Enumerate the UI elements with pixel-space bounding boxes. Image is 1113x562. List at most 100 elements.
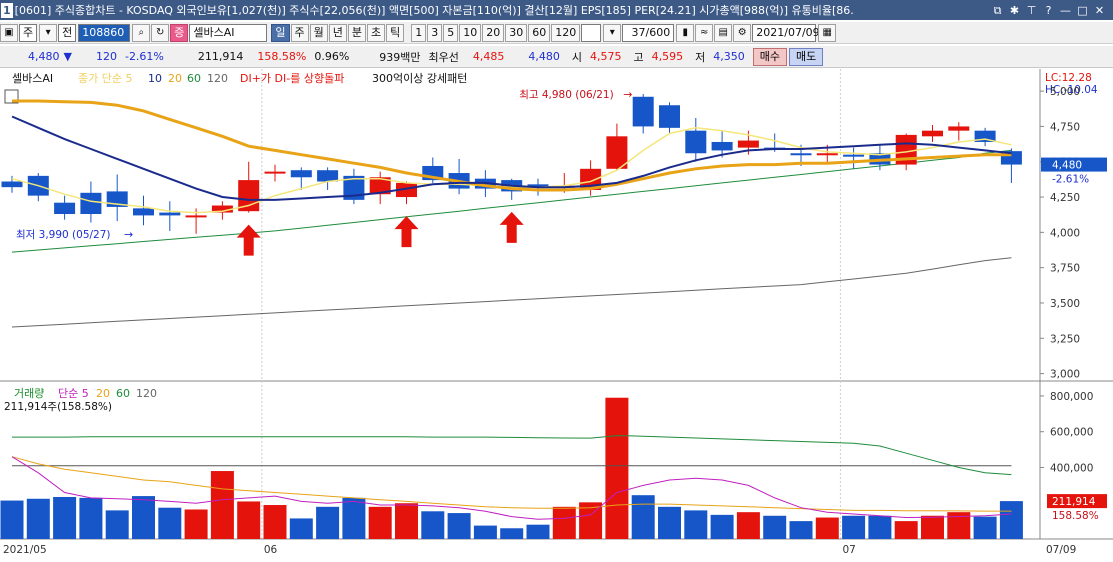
date-input[interactable]: 2021/07/09 <box>752 23 820 42</box>
calendar-icon[interactable]: ▦ <box>818 23 837 42</box>
mode-select[interactable]: 전 <box>58 23 77 42</box>
annotation-low-arrow: → <box>124 228 133 241</box>
legend-ma60: 60 <box>187 72 201 85</box>
period-tab-2[interactable]: 월 <box>309 23 328 42</box>
candle-body-05/17 <box>1 181 23 188</box>
count-input[interactable]: 37/600 <box>622 23 675 42</box>
volume-readout: 211,914주(158.58%) <box>4 401 112 413</box>
interval-button-10[interactable]: 10 <box>459 23 482 42</box>
interval-button-120[interactable]: 120 <box>551 23 581 42</box>
candle-body-06/30 <box>816 153 838 156</box>
interval-button-1[interactable]: 1 <box>411 23 427 42</box>
chart-type-icon[interactable]: ▮ <box>676 23 695 42</box>
volume-bar-06/01 <box>263 505 287 539</box>
minimize-icon[interactable]: — <box>1058 3 1073 18</box>
interval-button-3[interactable]: 3 <box>427 23 443 42</box>
turnover-rate: 0.96% <box>314 50 350 63</box>
best-bid: 4,480 <box>528 50 560 63</box>
period-tab-0[interactable]: 일 <box>271 23 290 42</box>
volume-bar-05/18 <box>26 498 50 539</box>
refresh-icon[interactable]: ↻ <box>151 23 170 42</box>
interval-button-60[interactable]: 60 <box>528 23 551 42</box>
save-icon[interactable]: ▤ <box>714 23 733 42</box>
x-tick-label-1: 06 <box>264 544 278 556</box>
title-bar: 1 [0601] 주식종합차트 - KOSDAQ 외국인보유[1,027(천)]… <box>0 0 1113 20</box>
volume-bar-05/26 <box>158 507 182 539</box>
volume-bar-06/21 <box>631 495 655 539</box>
volume-bar-05/21 <box>79 497 103 539</box>
compare-icon[interactable]: ≈ <box>695 23 714 42</box>
volume-bar-06/16 <box>552 506 576 539</box>
price-tick-label-7: 3,250 <box>1050 333 1080 345</box>
volume-bar-07/02 <box>868 515 892 539</box>
window-controls: ⧉ ✱ ⊤ ? — □ ✕ <box>990 3 1107 18</box>
legend-ma-label: 종가 단순 5 <box>78 72 132 85</box>
volume-bar-06/02 <box>289 518 313 539</box>
price-tick-label-6: 3,500 <box>1050 298 1080 310</box>
period-tab-1[interactable]: 주 <box>290 23 309 42</box>
close-icon[interactable]: ✕ <box>1092 3 1107 18</box>
market-select[interactable]: 주 <box>19 23 38 42</box>
price-tick-label-8: 3,000 <box>1050 369 1080 381</box>
candle-body-07/01 <box>843 154 865 157</box>
settings-icon[interactable]: ✱ <box>1007 3 1022 18</box>
last-rate-label: -2.61% <box>1052 174 1089 186</box>
candle-body-06/24 <box>711 141 733 151</box>
volume-bar-06/30 <box>815 517 839 539</box>
legend-signal-di: DI+가 DI-를 상향돌파 <box>240 72 344 85</box>
stock-chart[interactable]: 셀바스AI 종가 단순 5 10 20 60 120 DI+가 DI-를 상향돌… <box>0 69 1113 562</box>
sell-button[interactable]: 매도 <box>789 47 824 66</box>
trade-amount: 939백만 <box>379 50 421 64</box>
candle-body-06/23 <box>685 130 707 154</box>
candle-body-05/21 <box>80 192 102 214</box>
stock-code-input[interactable]: 108860 <box>78 23 131 42</box>
interval-button-30[interactable]: 30 <box>505 23 528 42</box>
trade-volume: 211,914 <box>197 50 244 63</box>
period-tab-6[interactable]: 틱 <box>386 23 405 42</box>
high-price: 4,595 <box>651 50 684 63</box>
volume-bar-07/05 <box>894 521 918 539</box>
candle-body-05/20 <box>54 202 76 214</box>
annotation-high-arrow: → <box>623 88 632 101</box>
search-icon[interactable]: ⌕ <box>132 23 151 42</box>
volume-bar-06/03 <box>316 506 340 539</box>
candle-body-06/21 <box>632 96 654 127</box>
annotation-high: 최고 4,980 (06/21) <box>519 89 614 101</box>
volume-bar-05/20 <box>53 496 77 539</box>
period-tab-4[interactable]: 분 <box>347 23 366 42</box>
help-icon[interactable]: ? <box>1041 3 1056 18</box>
interval-button-5[interactable]: 5 <box>443 23 459 42</box>
volume-bar-06/07 <box>368 506 392 539</box>
buy-button[interactable]: 매수 <box>752 47 788 66</box>
change-rate: -2.61% <box>124 50 164 63</box>
legend-ma120: 120 <box>207 72 228 85</box>
last-price-label: 4,480 <box>1052 160 1082 172</box>
volume-bar-06/15 <box>526 524 550 539</box>
link-icon[interactable]: ⧉ <box>990 3 1005 18</box>
price-tick-label-3: 4,250 <box>1050 192 1080 204</box>
open-price: 4,575 <box>590 50 622 63</box>
volume-tick-label-1: 600,000 <box>1050 427 1093 439</box>
volume-bar-06/25 <box>736 512 760 539</box>
interval-input[interactable] <box>581 23 602 42</box>
candle-body-05/26 <box>159 212 181 216</box>
period-tab-5[interactable]: 초 <box>367 23 386 42</box>
chevron-down-icon[interactable]: ▾ <box>39 23 58 42</box>
stock-name[interactable]: 셀바스AI <box>189 23 268 42</box>
volume-bar-06/23 <box>684 510 708 539</box>
candle-body-05/27 <box>185 215 207 218</box>
maximize-icon[interactable]: □ <box>1075 3 1090 18</box>
pin-icon[interactable]: ⊤ <box>1024 3 1039 18</box>
period-tab-3[interactable]: 년 <box>328 23 347 42</box>
volume-bar-07/01 <box>842 515 866 539</box>
volume-ratio: 158.58% <box>257 50 307 63</box>
price-tick-label-0: 5,000 <box>1050 86 1080 98</box>
volume-bar-07/09 <box>999 501 1023 539</box>
volume-legend-3: 60 <box>116 387 130 400</box>
interval-button-20[interactable]: 20 <box>482 23 505 42</box>
gear-icon[interactable]: ⚙ <box>733 23 752 42</box>
volume-bar-06/09 <box>421 511 445 539</box>
best-ask: 4,485 <box>472 50 505 63</box>
chevron-down-icon[interactable]: ▾ <box>603 23 622 42</box>
layout-icon[interactable]: ▣ <box>0 23 18 42</box>
